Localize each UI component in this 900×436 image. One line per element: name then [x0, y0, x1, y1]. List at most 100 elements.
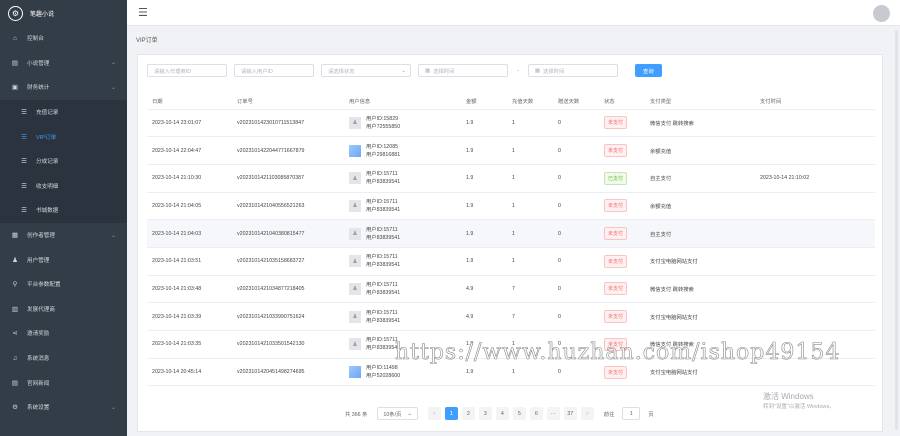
sidebar-item[interactable]: ▣ 财务统计 ⌄ [0, 75, 127, 100]
order-number: v2023101421035158683727 [232, 247, 344, 276]
user-details: 用户ID:15711 用户83839541 [366, 198, 400, 214]
user-avatar-icon [349, 144, 361, 157]
sidebar-item[interactable]: ♫ 系统消息 [0, 346, 127, 371]
order-date: 2023-10-14 21:03:51 [147, 247, 232, 276]
user-id: 用户ID:15711 [366, 281, 398, 288]
sidebar-item-label: 控制台 [27, 36, 44, 43]
sidebar-item-label: 邀请奖励 [27, 331, 50, 338]
chevron-down-icon: ⌄ [401, 67, 406, 74]
page-button[interactable]: 3 [478, 407, 492, 420]
page-button[interactable]: 5 [512, 407, 526, 420]
sidebar-item[interactable]: ☰ VIP订单 [0, 124, 127, 149]
page-button[interactable]: 1 [444, 407, 458, 420]
column-header: 金额 [461, 94, 507, 110]
column-header: 赠送天数 [553, 94, 599, 110]
order-date: 2023-10-14 21:10:30 [147, 164, 232, 193]
recharge-days: 1 [507, 109, 553, 138]
status-badge: 未支付 [604, 199, 628, 213]
list-icon: ☰ [21, 158, 27, 166]
user-id: 用户ID:15711 [366, 309, 398, 316]
user-id: 用户ID:15711 [366, 171, 398, 178]
column-header: 用户信息 [344, 94, 461, 110]
users-icon: ▦ [11, 232, 19, 240]
page-button[interactable]: 4 [495, 407, 509, 420]
sidebar-item[interactable]: ☰ 书城数据 [0, 198, 127, 223]
table-row[interactable]: 2023-10-14 21:04:03 v20231014210403808154… [147, 219, 875, 248]
table-row[interactable]: 2023-10-14 23:01:07 v20231014230107115138… [147, 109, 875, 138]
page-button[interactable]: 2 [461, 407, 475, 420]
table-row[interactable]: 2023-10-14 21:04:05 v20231014210405565212… [147, 192, 875, 221]
sidebar-item[interactable]: ⌂ 控制台 [0, 26, 127, 51]
order-date: 2023-10-14 21:03:39 [147, 302, 232, 331]
prev-page-button[interactable]: < [427, 407, 441, 420]
sidebar-item[interactable]: ⋖ 邀请奖励 [0, 321, 127, 346]
end-time-picker[interactable]: ▦ 选择时间 [527, 64, 618, 77]
avatar[interactable] [873, 5, 890, 22]
query-button[interactable]: 查询 [634, 64, 662, 77]
sidebar-item[interactable]: ⚲ 平台参数配置 [0, 272, 127, 297]
user-name: 用户83839541 [366, 179, 401, 186]
order-amount: 4.9 [461, 275, 507, 304]
sidebar-item[interactable]: ⚙ 系统设置 ⌄ [0, 395, 127, 420]
status-badge: 未支付 [604, 116, 628, 130]
next-page-button[interactable]: > [580, 407, 594, 420]
order-number: v2023101421103085870387 [232, 164, 344, 193]
sidebar-item[interactable]: ☰ 收支明细 [0, 174, 127, 199]
page-button[interactable]: 37 [563, 407, 577, 420]
chevron-down-icon: ⌄ [110, 60, 116, 67]
menu-toggle-icon[interactable]: ☰ [138, 6, 148, 19]
sidebar-item-label: 财务统计 [27, 85, 50, 92]
user-id-input[interactable]: 请输入用户ID [234, 64, 314, 77]
table-row[interactable]: 2023-10-14 22:04:47 v20231014220447716678… [147, 136, 875, 165]
order-date: 2023-10-14 21:04:05 [147, 192, 232, 221]
sidebar-item[interactable]: ☰ 分成记录 [0, 149, 127, 174]
gift-days: 0 [553, 109, 599, 138]
brand[interactable]: ⚙ 笔趣小说 [0, 0, 127, 26]
sidebar-item-label: 分成记录 [36, 159, 59, 166]
table-row[interactable]: 2023-10-14 21:03:39 v20231014210339907516… [147, 302, 875, 331]
sidebar-item[interactable]: ▥ 发展代理商 [0, 297, 127, 322]
page-button[interactable]: 6 [529, 407, 543, 420]
sidebar-item-label: 系统设置 [27, 405, 50, 412]
status-badge: 未支付 [604, 365, 628, 379]
payment-time [755, 219, 875, 248]
page-list: 1 2 3 4 5 6 ··· 37 [444, 407, 577, 420]
table-row[interactable]: 2023-10-14 21:03:51 v20231014210351586837… [147, 247, 875, 276]
payment-time [755, 109, 875, 138]
gift-days: 0 [553, 275, 599, 304]
sidebar-item[interactable]: ▤ 官网新闻 [0, 370, 127, 395]
user-info-block: 用户ID:11498 用户52028600 [349, 364, 461, 380]
user-avatar-icon: ♟ [349, 282, 361, 295]
sidebar-nav: ⌂ 控制台 ▤ 小说管理 ⌄ ▣ 财务统计 ⌄ [0, 26, 127, 100]
column-header: 日期 [147, 94, 232, 110]
sidebar: ⚙ 笔趣小说 ⌂ 控制台 ▤ 小说管理 ⌄ ▣ 财务统计 ⌄ ☰ 充值记录 ☰ VIP订单 ☰ 分成记录… [0, 0, 127, 436]
user-id: 用户ID:15711 [366, 254, 398, 261]
sidebar-item[interactable]: ☰ 充值记录 [0, 100, 127, 125]
status-cell: 未支付 [599, 136, 645, 165]
status-select[interactable]: 请选择状态 ⌄ [321, 64, 411, 77]
user-info: ♟ 用户ID:15711 用户83839541 [344, 275, 461, 304]
sidebar-item[interactable]: ▤ 小说管理 ⌄ [0, 51, 127, 76]
status-cell: 未支付 [599, 192, 645, 221]
scrollbar[interactable] [895, 30, 898, 430]
table-row[interactable]: 2023-10-14 21:03:48 v20231014210348772184… [147, 275, 875, 304]
table-row[interactable]: 2023-10-14 21:10:30 v20231014211030858703… [147, 164, 875, 193]
book-icon: ▤ [11, 59, 19, 67]
page-button[interactable]: ··· [546, 407, 560, 420]
user-name: 用户83839541 [366, 262, 401, 269]
chevron-down-icon: ⌄ [110, 232, 116, 239]
sidebar-item[interactable]: ▦ 创作者管理 ⌄ [0, 223, 127, 248]
sidebar-item-label: VIP订单 [36, 134, 57, 141]
user-id: 用户ID:12085 [366, 143, 399, 150]
column-header: 充值天数 [507, 94, 553, 110]
order-date: 2023-10-14 21:04:03 [147, 219, 232, 248]
sidebar-item-label: 官网新闻 [27, 380, 50, 387]
user-info-block: ♟ 用户ID:15829 用户72555850 [349, 115, 461, 131]
gift-days: 0 [553, 164, 599, 193]
start-time-picker[interactable]: ▦ 选择时间 [418, 64, 508, 77]
agent-id-input[interactable]: 请输入代理商ID [147, 64, 227, 77]
goto-page-input[interactable]: 1 [622, 407, 641, 420]
page-size-select[interactable]: 10条/页 ⌄ [377, 407, 418, 420]
user-avatar-icon: ♟ [349, 227, 361, 240]
sidebar-item[interactable]: ♟ 用户管理 [0, 247, 127, 272]
